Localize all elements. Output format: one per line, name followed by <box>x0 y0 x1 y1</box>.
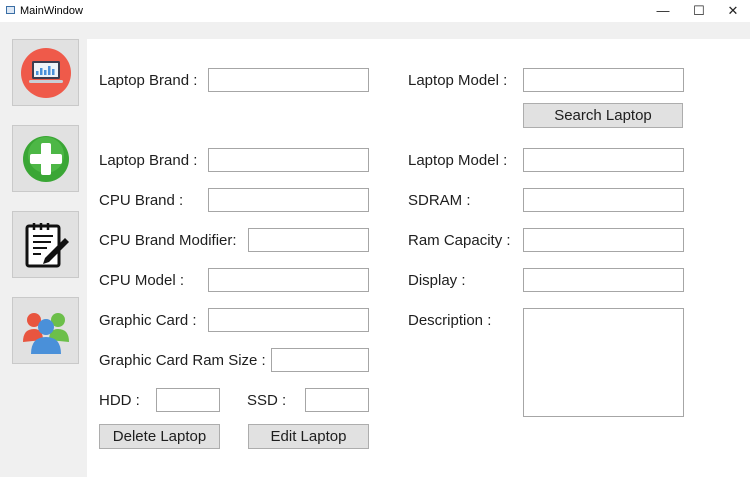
close-button[interactable]: ✕ <box>716 0 750 22</box>
search-model-input[interactable] <box>523 68 684 92</box>
search-laptop-button[interactable]: Search Laptop <box>523 103 683 128</box>
sdram-input[interactable] <box>523 188 684 212</box>
notepad-pencil-icon <box>25 223 69 268</box>
laptop-model-label: Laptop Model : <box>408 152 508 169</box>
window-title: MainWindow <box>20 5 83 17</box>
ssd-label: SSD : <box>247 392 287 409</box>
hdd-label: HDD : <box>99 392 140 409</box>
search-brand-input[interactable] <box>208 68 369 92</box>
cpu-brand-modifier-input[interactable] <box>248 228 369 252</box>
graphic-card-input[interactable] <box>208 308 369 332</box>
minimize-button[interactable]: — <box>646 0 680 22</box>
cpu-model-input[interactable] <box>208 268 369 292</box>
delete-laptop-button[interactable]: Delete Laptop <box>99 424 220 449</box>
maximize-button[interactable]: ☐ <box>682 0 716 22</box>
description-label: Description : <box>408 312 492 329</box>
graphic-card-ram-input[interactable] <box>271 348 369 372</box>
graphic-card-label: Graphic Card : <box>99 312 197 329</box>
edit-laptop-button[interactable]: Edit Laptop <box>248 424 369 449</box>
sidebar-item-users[interactable] <box>12 297 79 364</box>
sidebar-item-add[interactable] <box>12 125 79 192</box>
laptop-brand-label: Laptop Brand : <box>99 152 198 169</box>
ssd-input[interactable] <box>305 388 369 412</box>
search-model-label: Laptop Model : <box>408 72 508 89</box>
graphic-card-ram-label: Graphic Card Ram Size : <box>99 352 266 369</box>
display-label: Display : <box>408 272 466 289</box>
users-group-icon <box>23 313 69 354</box>
app-window-icon <box>6 6 15 14</box>
laptop-chart-icon <box>21 48 71 98</box>
description-textarea[interactable] <box>523 308 684 417</box>
sidebar-item-edit[interactable] <box>12 211 79 278</box>
ram-capacity-label: Ram Capacity : <box>408 232 511 249</box>
cpu-model-label: CPU Model : <box>99 272 185 289</box>
cpu-brand-input[interactable] <box>208 188 369 212</box>
laptop-brand-input[interactable] <box>208 148 369 172</box>
ram-capacity-input[interactable] <box>523 228 684 252</box>
plus-icon <box>23 136 69 182</box>
display-input[interactable] <box>523 268 684 292</box>
title-bar: MainWindow — ☐ ✕ <box>0 0 750 22</box>
sidebar-item-laptop-dashboard[interactable] <box>12 39 79 106</box>
sdram-label: SDRAM : <box>408 192 471 209</box>
search-brand-label: Laptop Brand : <box>99 72 198 89</box>
main-panel: Laptop Brand : Laptop Model : Search Lap… <box>87 39 750 477</box>
laptop-model-input[interactable] <box>523 148 684 172</box>
cpu-brand-modifier-label: CPU Brand Modifier: <box>99 232 237 249</box>
hdd-input[interactable] <box>156 388 220 412</box>
cpu-brand-label: CPU Brand : <box>99 192 184 209</box>
